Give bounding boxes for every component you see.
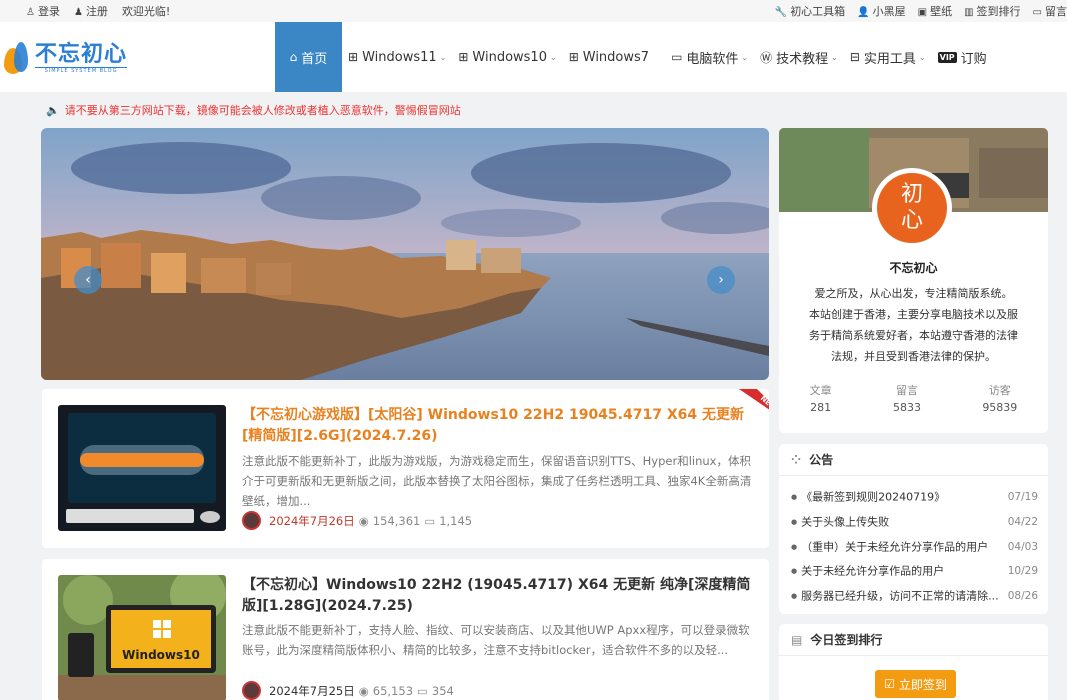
welcome-text: 欢迎光临! [121,5,171,18]
slider-image [41,128,769,380]
wallpaper-link[interactable]: ▣ 壁纸 [918,3,952,19]
home-icon: ⌂ [289,50,298,64]
stat-comments: 留言 5833 [892,384,921,414]
stat-visitors: 访客 95839 [982,384,1018,414]
signin-header: ▤ 今日签到排行 [779,624,1048,656]
comment-count: 1,145 [439,513,473,528]
chevron-down-icon: ⌄ [439,52,447,62]
windows-icon: ⊞ [348,50,359,64]
post-title[interactable]: 【不忘初心游戏版】[太阳谷] Windows10 22H2 19045.4717… [242,405,752,447]
grid-icon: ⁘ [791,452,802,467]
eye-icon: ◉ [358,513,369,528]
profile-stats: 文章 281 留言 5833 访客 95839 [779,382,1048,414]
speaker-icon: 🔈 [46,104,60,117]
wordpress-icon: Ⓦ [760,50,773,65]
calendar-icon: ▤ [791,632,803,647]
chevron-right-icon: › [718,272,724,288]
comment-count: 354 [431,683,454,698]
signin-button[interactable]: ☑ 立即签到 [875,670,956,698]
post-title[interactable]: 【不忘初心】Windows10 22H2 (19045.4717) X64 无更… [242,575,752,617]
profile-card: 初心 不忘初心 爱之所及，从心出发，专注精简版系统。 本站创建于香港，主要分享电… [779,128,1048,433]
author-avatar[interactable] [242,511,261,530]
profile-description: 爱之所及，从心出发，专注精简版系统。 本站创建于香港，主要分享电脑技术以及服 务… [809,287,1018,363]
comment-icon: ▭ [417,683,428,698]
nav-windows11[interactable]: ⊞ Windows11 ⌄ [342,22,452,92]
vip-icon: VIP [937,51,957,63]
check-square-icon: ☑ [884,677,895,691]
post-meta: 2024年7月26日 ◉ 154,361 ▭ 1,145 [242,511,472,530]
post-excerpt: 注意此版不能更新补丁，支持人脸、指纹、可以安装商店、以及其他UWP Apxx程序… [242,623,750,657]
warning-notice: 🔈 请不要从第三方网站下载，镜像可能会被人修改或者植入恶意软件，警惕假冒网站 [46,104,461,117]
post-card[interactable]: Windows10 【不忘初心】Windows10 22H2 (19045.47… [42,559,769,700]
nav-windows10[interactable]: ⊞ Windows10 ⌄ [452,22,562,92]
windows-icon: ⊞ [568,50,579,64]
signin-ranking-link[interactable]: ▥ 签到排行 [964,3,1020,19]
blacklist-link[interactable]: 👤 小黑屋 [857,3,905,19]
svg-text:Windows10: Windows10 [122,648,200,662]
announcement-item[interactable]: 服务器已经升级，访问不正常的请清除...08/26 [791,584,1038,609]
nav-windows7[interactable]: ⊞ Windows7 [563,22,655,92]
hero-slider[interactable]: ‹ › [41,128,769,380]
chevron-down-icon: ⌄ [741,52,749,62]
view-count: 154,361 [372,513,421,528]
profile-name: 不忘初心 [889,261,938,275]
post-date: 2024年7月25日 [269,683,355,698]
nav-home[interactable]: ⌂ 首页 [275,22,342,92]
stat-posts: 文章 281 [809,384,832,414]
post-card[interactable]: NEW 【不忘初心游戏版】[太阳谷] Windows10 22H2 19045.… [42,389,769,548]
nav-tutorials[interactable]: Ⓦ 技术教程 ⌄ [754,22,844,92]
post-thumbnail[interactable] [58,405,226,531]
chevron-down-icon: ⌄ [549,52,557,62]
announcement-item[interactable]: 关于未经允许分享作品的用户10/29 [791,559,1038,584]
register-link[interactable]: ♟ 注册 [74,3,108,19]
chevron-down-icon: ⌄ [918,52,926,62]
post-meta: 2024年7月25日 ◉ 65,153 ▭ 354 [242,681,454,700]
site-header: 不忘初心 SIMPLE SYSTEM BLOG ⌂ 首页 ⊞ Windows11 ⌄ … [0,22,1067,92]
announcement-card: ⁘公告 《最新签到规则20240719》07/19 关于头像上传失败04/22 … [779,444,1048,614]
slider-prev-button[interactable]: ‹ [74,266,102,294]
announcement-list: 《最新签到规则20240719》07/19 关于头像上传失败04/22 （重申）… [779,476,1048,609]
toolbox-icon: ⊟ [849,50,860,64]
monitor-icon: ▭ [671,50,683,64]
bar-chart-icon: ▥ [964,7,974,18]
announcement-item[interactable]: 《最新签到规则20240719》07/19 [791,485,1038,510]
user-lock-icon: 👤 [857,7,870,18]
site-logo[interactable]: 不忘初心 SIMPLE SYSTEM BLOG [2,40,128,76]
login-link[interactable]: ♙ 登录 [26,3,60,19]
user-icon: ♙ [26,7,35,18]
signin-card: ▤ 今日签到排行 ☑ 立即签到 [779,624,1048,700]
post-thumbnail[interactable]: Windows10 [58,575,226,700]
nav-tools[interactable]: ⊟ 实用工具 ⌄ [844,22,932,92]
chevron-left-icon: ‹ [85,272,91,288]
post-excerpt: 注意此版不能更新补丁，此版为游戏版，为游戏稳定而生，保留语音识别TTS、Hype… [242,454,752,508]
message-link[interactable]: ▭ 留言 [1033,3,1067,19]
comment-icon: ▭ [1032,7,1042,18]
nav-software[interactable]: ▭ 电脑软件 ⌄ [665,22,754,92]
post-date: 2024年7月26日 [269,513,355,528]
author-avatar[interactable] [242,681,261,700]
wrench-icon: 🔧 [774,7,788,18]
image-icon: ▣ [917,7,928,18]
toolbox-link[interactable]: 🔧 初心工具箱 [775,3,845,19]
flame-logo-icon [2,40,32,76]
main-nav: ⌂ 首页 ⊞ Windows11 ⌄ ⊞ Windows10 ⌄ ⊞ Windows7 ▭ 电… [275,22,993,92]
comment-icon: ▭ [424,513,436,528]
slider-next-button[interactable]: › [707,266,735,294]
top-bar: ♙ 登录 ♟ 注册 欢迎光临! 🔧 初心工具箱 👤 小黑屋 ▣ 壁纸 ▥ 签到排行 ▭ 留言 [0,0,1067,22]
view-count: 65,153 [372,683,414,698]
user-plus-icon: ♟ [73,7,83,18]
announcement-item[interactable]: （重申）关于未经允许分享作品的用户04/03 [791,535,1038,560]
announcement-header: ⁘ 公告 [779,444,1048,476]
chevron-down-icon: ⌄ [831,52,838,62]
eye-icon: ◉ [358,683,369,698]
site-avatar[interactable]: 初心 [872,168,952,248]
nav-order[interactable]: VIP 订购 [932,22,993,92]
windows-icon: ⊞ [458,50,469,64]
announcement-item[interactable]: 关于头像上传失败04/22 [791,510,1038,535]
